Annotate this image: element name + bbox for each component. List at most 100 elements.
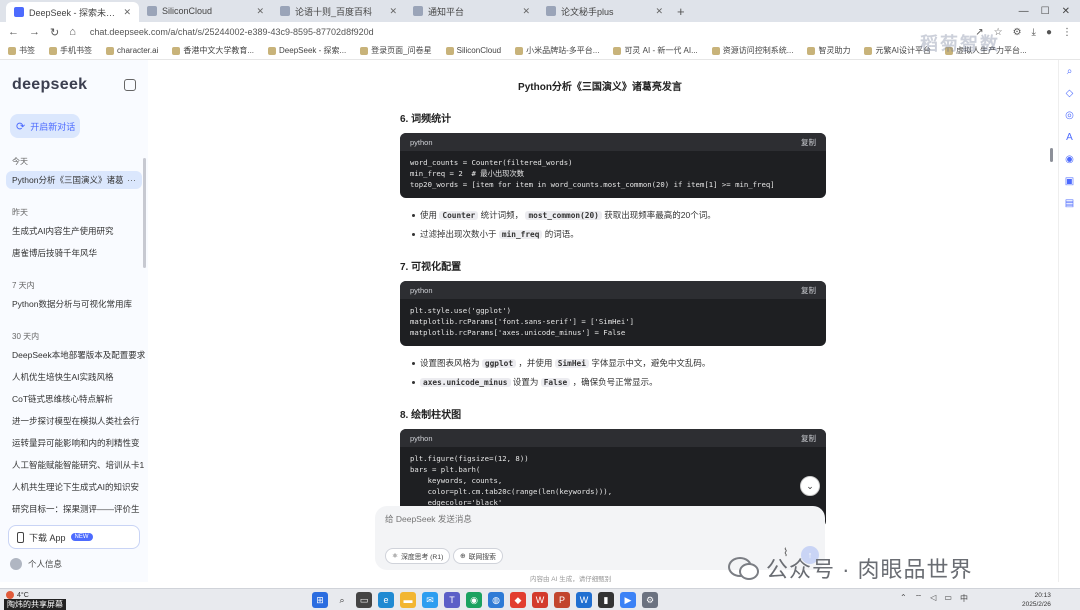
history-item[interactable]: 人工智能赋能智能研究、培训从卡1 [0,456,148,474]
edge-icon[interactable]: e [378,592,394,608]
bookmark-item[interactable]: character.ai [106,46,158,55]
profile-icon[interactable]: ● [1046,27,1052,38]
copy-button[interactable]: 复制 [801,433,816,444]
url-field[interactable]: chat.deepseek.com/a/chat/s/25244002-e389… [90,27,374,37]
bookmark-item[interactable]: 书签 [8,45,35,56]
browser-tab-baike[interactable]: 论语十则_百度百科 ✕ [272,2,405,20]
search-icon[interactable]: ⌕ [1067,66,1073,77]
maximize-icon[interactable]: ☐ [1041,6,1050,17]
code-header: python 复制 [400,281,826,299]
pdf-icon[interactable]: P [554,592,570,608]
home-icon[interactable]: ⌂ [69,26,76,38]
history-item[interactable]: Python分析《三国演义》诸葛 ··· [6,171,142,189]
copy-button[interactable]: 复制 [801,137,816,148]
close-icon[interactable]: ✕ [256,6,264,17]
sidebar-scrollbar[interactable] [143,158,146,268]
scroll-to-bottom-button[interactable]: ⌄ [800,476,820,496]
game-icon[interactable]: ◉ [1065,154,1074,165]
battery-icon[interactable]: ▭ [944,593,952,604]
bookmark-item[interactable]: 手机书签 [49,45,92,56]
history-item[interactable]: 人机优生培快生AI实践风格 [0,368,148,386]
wps-icon[interactable]: W [532,592,548,608]
browser-tab-siliconcloud[interactable]: SiliconCloud ✕ [139,2,272,20]
history-item[interactable]: 进一步探讨模型在模拟人类社会行 [0,412,148,430]
profile-button[interactable]: 个人信息 [10,558,62,570]
bookmark-item[interactable]: 可灵 AI - 新一代 AI... [613,45,698,56]
chevron-up-icon[interactable]: ⌃ [900,593,907,604]
browser-icon[interactable]: ◍ [488,592,504,608]
bookmark-item[interactable]: 智灵助力 [807,45,850,56]
more-options-icon[interactable]: ··· [127,175,136,185]
bookmark-icon[interactable]: ◇ [1066,88,1074,99]
close-icon[interactable]: ✕ [655,6,663,17]
clock[interactable]: 20:13 2025/2/26 [1022,591,1051,609]
task-view-icon[interactable]: ▭ [356,592,372,608]
translate-icon[interactable]: A [1066,132,1073,143]
menu-icon[interactable]: ⋮ [1062,27,1072,38]
history-item[interactable]: 人机共生理论下生成式AI的知识安 [0,478,148,496]
bookmark-item[interactable]: 小米品牌站-多平台... [515,45,599,56]
page-title: Python分析《三国演义》诸葛亮发言 [518,82,682,93]
deepseek-logo[interactable]: deepseek [12,76,87,94]
back-icon[interactable]: ← [8,26,19,38]
terminal-icon[interactable]: ▮ [598,592,614,608]
extensions-icon[interactable]: ⚙ [1013,27,1022,38]
forward-icon[interactable]: → [29,26,40,38]
address-bar: ← → ↻ ⌂ chat.deepseek.com/a/chat/s/25244… [0,22,1080,42]
folder-icon[interactable]: ▬ [400,592,416,608]
history-item[interactable]: 研究目标一：探果测评——评价生 [0,500,148,518]
history-item[interactable]: 唐雀博后技骑千年风华 [0,244,148,262]
minimize-icon[interactable]: — [1019,6,1029,17]
history-item[interactable]: DeepSeek本地部署版本及配置要求 [0,346,148,364]
network-icon[interactable]: ⌔ [915,593,923,604]
mail-icon[interactable]: ✉ [422,592,438,608]
bookmark-item[interactable]: DeepSeek - 探索... [268,45,346,56]
close-icon[interactable]: ✕ [389,6,397,17]
browser-tab-paper[interactable]: 论文秘手plus ✕ [538,2,671,20]
history-item[interactable]: Python数据分析与可视化常用库 [0,295,148,313]
history-item[interactable]: 运转量异可能影响和内的利精性变 [0,434,148,452]
input-method-icon[interactable]: 中 [960,593,968,604]
app-icon[interactable]: ◆ [510,592,526,608]
history-item[interactable]: 生成式AI内容生产使用研究 [0,222,148,240]
history-section-today: 今天 [12,157,28,166]
settings-icon[interactable]: ⚙ [642,592,658,608]
deep-think-toggle[interactable]: ⚛ 深度思考 (R1) [385,548,451,564]
reload-icon[interactable]: ↻ [50,26,59,39]
bookmark-item[interactable]: 香港中文大学教育... [172,45,254,56]
plugin-icon[interactable]: ◎ [1065,110,1074,121]
download-app-button[interactable]: 下载 App NEW [8,525,140,549]
bookmark-item[interactable]: 资源访问控制系统... [711,45,793,56]
meeting-icon[interactable]: ▶ [620,592,636,608]
browser-tab-deepseek[interactable]: DeepSeek - 探索未至之境 ✕ [6,2,139,22]
bookmark-item[interactable]: 登录页面_问卷星 [360,45,432,56]
new-tab-button[interactable]: + [671,4,691,19]
clock-date: 2025/2/26 [1022,601,1051,608]
new-chat-button[interactable]: ⟳ 开启新对话 [10,114,80,138]
chrome-icon[interactable]: ◉ [466,592,482,608]
teams-icon[interactable]: T [444,592,460,608]
search-icon[interactable]: ⌕ [334,592,350,608]
briefcase-icon[interactable]: ▣ [1065,176,1074,187]
browser-tab-notify[interactable]: 通知平台 ✕ [405,2,538,20]
close-icon[interactable]: ✕ [522,6,530,17]
close-window-icon[interactable]: ✕ [1062,6,1070,17]
copy-button[interactable]: 复制 [801,285,816,296]
sidebar-toggle-icon[interactable] [124,79,136,91]
code-header: python 复制 [400,133,826,151]
new-chat-icon: ⟳ [16,120,26,133]
clock-time: 20:13 [1034,592,1051,599]
outlook-icon[interactable]: ▤ [1065,198,1074,209]
word-icon[interactable]: W [576,592,592,608]
web-search-toggle[interactable]: ⊕ 联网搜索 [453,548,503,564]
message-input[interactable] [385,514,785,524]
wechat-watermark: 公众号 · 肉眼品世界 [728,552,973,584]
main-scrollbar[interactable] [1050,148,1053,162]
close-icon[interactable]: ✕ [123,7,131,18]
start-icon[interactable]: ⊞ [312,592,328,608]
history-item[interactable]: CoT链式思维核心特点解析 [0,390,148,408]
bookmark-item[interactable]: SiliconCloud [445,46,501,55]
download-icon[interactable]: ⤓ [1032,27,1036,38]
volume-icon[interactable]: ◁ [930,593,936,604]
weather-widget[interactable]: 4°C [6,591,29,599]
